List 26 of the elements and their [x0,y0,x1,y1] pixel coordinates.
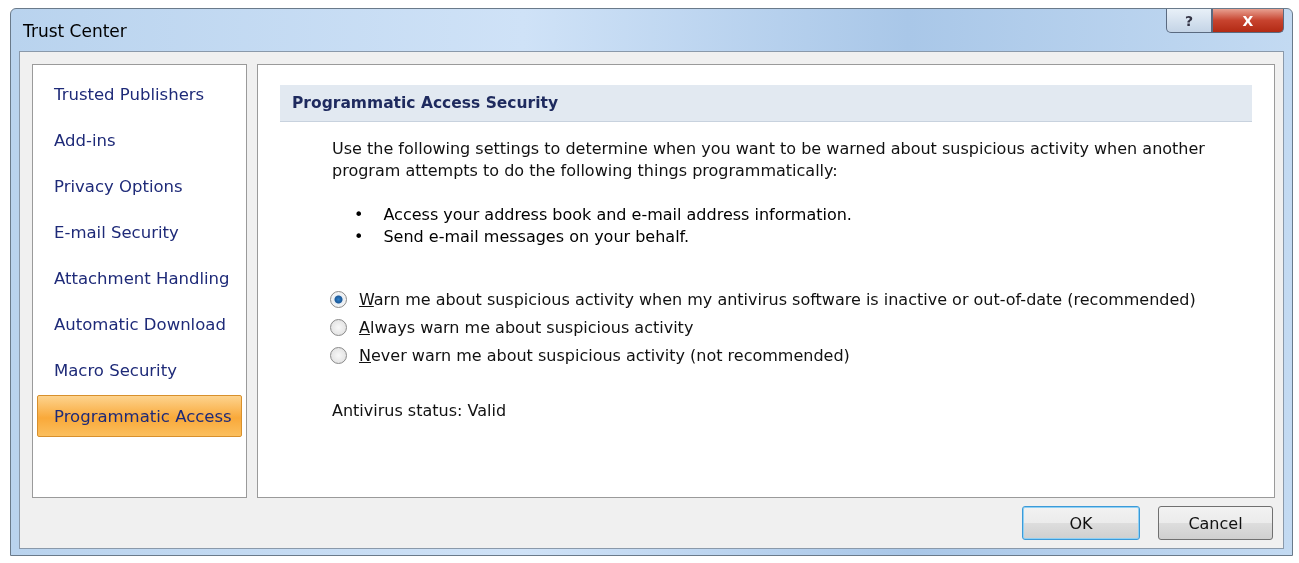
sidebar-item[interactable]: Add-ins [37,119,242,161]
intro-text: Use the following settings to determine when you want to be warned about suspicious activity when another program attempts to do the following things programmatically: [332,138,1206,182]
sidebar-item[interactable]: E-mail Security [37,211,242,253]
close-button[interactable]: X [1212,9,1284,33]
radio-button[interactable] [330,347,347,364]
window-title: Trust Center [23,21,127,41]
cancel-button[interactable]: Cancel [1158,506,1273,540]
sidebar-item[interactable]: Macro Security [37,349,242,391]
option-label[interactable]: Always warn me about suspicious activity [359,318,694,337]
radio-button[interactable] [330,291,347,308]
help-button[interactable]: ? [1166,9,1212,33]
bullet-mark: • [354,226,364,248]
bullet-text: Access your address book and e-mail address information. [383,204,852,226]
sidebar-item[interactable]: Trusted Publishers [37,73,242,115]
ok-button[interactable]: OK [1022,506,1140,540]
option-label[interactable]: Never warn me about suspicious activity (not recommended) [359,346,850,365]
bullet-mark: • [354,204,364,226]
bullet-text: Send e-mail messages on your behalf. [383,226,690,248]
sidebar-item[interactable]: Programmatic Access [37,395,242,437]
sidebar-item[interactable]: Automatic Download [37,303,242,345]
sidebar-item[interactable]: Privacy Options [37,165,242,207]
sidebar-item[interactable]: Attachment Handling [37,257,242,299]
antivirus-status: Antivirus status: Valid [332,401,508,420]
section-title: Programmatic Access Security [280,85,1252,122]
radio-button[interactable] [330,319,347,336]
option-label[interactable]: Warn me about suspicious activity when my antivirus software is inactive or out-of-date (recommended) [359,290,1196,309]
